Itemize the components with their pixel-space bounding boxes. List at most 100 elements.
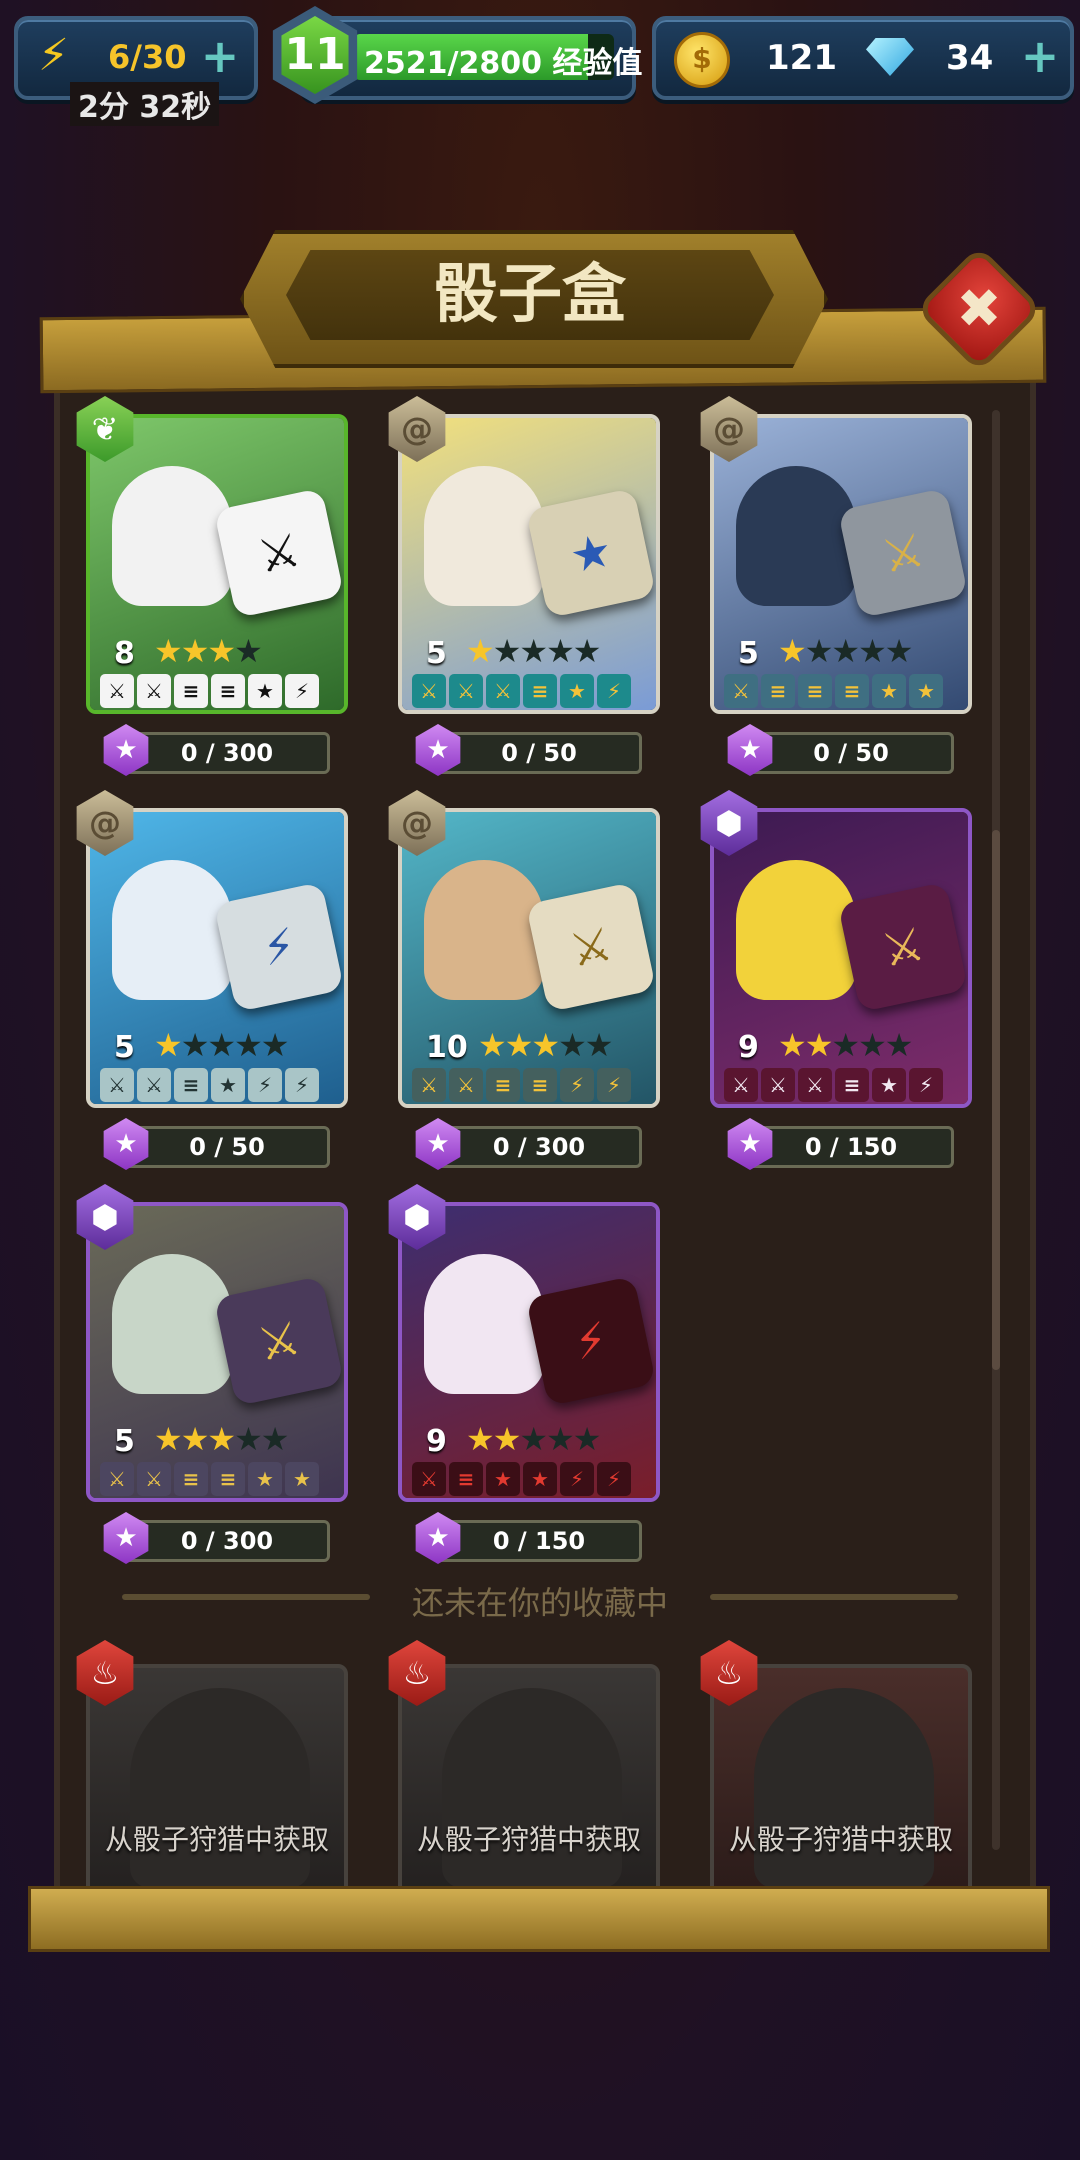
dice-face-icon: ⚔ xyxy=(137,1068,171,1102)
star-icon: ★ xyxy=(207,1026,236,1064)
star-icon: ★ xyxy=(884,1026,914,1064)
star-rating: ★★★★★ xyxy=(778,632,914,670)
dice-face-icon: ⚔ xyxy=(486,674,520,708)
card-art: ⚔ 5 ★★★★★ ⚔ ≡ ≡ ≡ ★ ★ xyxy=(710,414,972,714)
star-icon: ★ xyxy=(180,1420,210,1458)
scrollbar[interactable] xyxy=(992,410,1000,1850)
dice-card[interactable]: ★ 5 ★★★★★ ⚔ ⚔ ⚔ ≡ ★ ⚡ @0 / 50 ★ xyxy=(388,396,660,776)
dice-icon: ★ xyxy=(525,487,656,619)
star-icon: ★ xyxy=(831,632,860,670)
dice-face-icon: ⚔ xyxy=(449,674,483,708)
locked-dice-card[interactable]: 从骰子狩猎中获取 xyxy=(398,1664,660,1904)
card-art: ★ 5 ★★★★★ ⚔ ⚔ ⚔ ≡ ★ ⚡ xyxy=(398,414,660,714)
card-progress: 0 / 150 xyxy=(748,1126,954,1168)
star-icon: ★ xyxy=(519,632,548,670)
dice-card[interactable]: ⚔ 5 ★★★★★ ⚔ ≡ ≡ ≡ ★ ★ @0 / 50 ★ xyxy=(700,396,972,776)
card-progress: 0 / 50 xyxy=(436,732,642,774)
card-progress: 0 / 150 xyxy=(436,1520,642,1562)
dice-face-icon: ≡ xyxy=(523,1068,557,1102)
star-icon: ★ xyxy=(504,1026,534,1064)
dice-face-icon: ⚡ xyxy=(285,1068,319,1102)
add-energy-button[interactable]: + xyxy=(198,33,242,79)
star-rating: ★★★★★ xyxy=(154,1026,289,1064)
dice-face-icon: ⚔ xyxy=(724,674,758,708)
star-icon: ★ xyxy=(180,1026,210,1064)
star-rating: ★★★★★ xyxy=(466,1420,601,1458)
dice-faces: ⚔ ⚔ ⚔ ≡ ★ ⚡ xyxy=(724,1068,943,1102)
dice-face-icon: ★ xyxy=(248,1462,282,1496)
star-icon: ★ xyxy=(466,1420,495,1458)
star-icon: ★ xyxy=(858,632,887,670)
dice-face-icon: ★ xyxy=(560,674,594,708)
dice-face-icon: ≡ xyxy=(798,674,832,708)
star-icon: ★ xyxy=(531,1026,560,1064)
star-icon: ★ xyxy=(778,632,807,670)
star-icon: ★ xyxy=(466,632,495,670)
card-art: ⚔ 10 ★★★★★ ⚔ ⚔ ≡ ≡ ⚡ ⚡ xyxy=(398,808,660,1108)
dice-face-icon: ⚡ xyxy=(597,674,631,708)
card-level: 9 xyxy=(426,1424,447,1459)
card-level: 5 xyxy=(114,1424,135,1459)
dice-icon: ⚔ xyxy=(837,881,968,1013)
dice-card[interactable]: ⚡ 9 ★★★★★ ⚔ ≡ ★ ★ ⚡ ⚡ ⬢ 0 / 150 ★ xyxy=(388,1184,660,1564)
card-level: 9 xyxy=(738,1030,759,1065)
dice-card[interactable]: ⚔ 5 ★★★★★ ⚔ ⚔ ≡ ≡ ★ ★ ⬢ 0 / 300 ★ xyxy=(76,1184,348,1564)
dice-card[interactable]: ⚔ 9 ★★★★★ ⚔ ⚔ ⚔ ≡ ★ ⚡ ⬢ 0 / 150 ★ xyxy=(700,790,972,1170)
character-portrait xyxy=(424,1254,544,1394)
dice-face-icon: ★ xyxy=(909,674,943,708)
coin-icon: $ xyxy=(674,32,730,88)
add-currency-button[interactable]: + xyxy=(1018,33,1062,79)
star-icon: ★ xyxy=(884,632,914,670)
dice-card[interactable]: ⚔ 8 ★★★★ ⚔ ⚔ ≡ ≡ ★ ⚡ ❦ 0 / 300 ★ xyxy=(76,396,348,776)
dice-face-icon: ≡ xyxy=(761,674,795,708)
card-level: 10 xyxy=(426,1030,468,1065)
star-icon: ★ xyxy=(572,632,602,670)
energy-value: 6/30 xyxy=(108,38,187,76)
dice-face-icon: ⚡ xyxy=(248,1068,282,1102)
character-portrait xyxy=(112,466,232,606)
dice-icon: ⚔ xyxy=(213,487,344,619)
star-icon: ★ xyxy=(478,1026,507,1064)
dice-face-icon: ★ xyxy=(523,1462,557,1496)
star-icon: ★ xyxy=(207,1420,236,1458)
star-icon: ★ xyxy=(154,1026,183,1064)
star-rating: ★★★★★ xyxy=(478,1026,614,1064)
card-level: 5 xyxy=(114,1030,135,1065)
dice-face-icon: ★ xyxy=(872,674,906,708)
character-portrait xyxy=(736,466,856,606)
dice-card[interactable]: ⚔ 10 ★★★★★ ⚔ ⚔ ≡ ≡ ⚡ ⚡ @0 / 300 ★ xyxy=(388,790,660,1170)
card-art: ⚔ 9 ★★★★★ ⚔ ⚔ ⚔ ≡ ★ ⚡ xyxy=(710,808,972,1108)
star-icon: ★ xyxy=(584,1026,614,1064)
star-icon: ★ xyxy=(260,1420,290,1458)
locked-dice-card[interactable]: 从骰子狩猎中获取 xyxy=(86,1664,348,1904)
dice-face-icon: ⚔ xyxy=(449,1068,483,1102)
card-progress: 0 / 300 xyxy=(124,1520,330,1562)
dice-faces: ⚔ ≡ ★ ★ ⚡ ⚡ xyxy=(412,1462,631,1496)
locked-card-text: 从骰子狩猎中获取 xyxy=(104,1823,329,1856)
currency-display: $ 121 34 + xyxy=(652,16,1074,100)
energy-timer: 2分 32秒 xyxy=(70,82,220,126)
dice-face-icon: ⚔ xyxy=(798,1068,832,1102)
star-icon: ★ xyxy=(234,632,263,670)
star-icon: ★ xyxy=(492,632,522,670)
star-icon: ★ xyxy=(492,1420,522,1458)
character-portrait xyxy=(424,860,544,1000)
dice-face-icon: ≡ xyxy=(835,674,869,708)
dice-face-icon: ⚔ xyxy=(412,1068,446,1102)
card-progress: 0 / 300 xyxy=(124,732,330,774)
dice-face-icon: ⚔ xyxy=(100,1068,134,1102)
scrollbar-thumb[interactable] xyxy=(992,830,1000,1370)
star-rating: ★★★★★ xyxy=(466,632,602,670)
dice-face-icon: ≡ xyxy=(174,1068,208,1102)
card-level: 5 xyxy=(738,636,759,671)
locked-dice-card[interactable]: 从骰子狩猎中获取 xyxy=(710,1664,972,1904)
star-icon: ★ xyxy=(804,1026,834,1064)
dice-card[interactable]: ⚡ 5 ★★★★★ ⚔ ⚔ ≡ ★ ⚡ ⚡ @0 / 50 ★ xyxy=(76,790,348,1170)
coin-count: 121 xyxy=(766,38,837,78)
energy-bolt-icon: ⚡ xyxy=(38,30,69,81)
dice-icon: ⚔ xyxy=(837,487,968,619)
xp-text: 2521/2800 经验值 xyxy=(364,46,643,81)
star-icon: ★ xyxy=(154,1420,183,1458)
card-progress: 0 / 50 xyxy=(748,732,954,774)
card-level: 5 xyxy=(426,636,447,671)
